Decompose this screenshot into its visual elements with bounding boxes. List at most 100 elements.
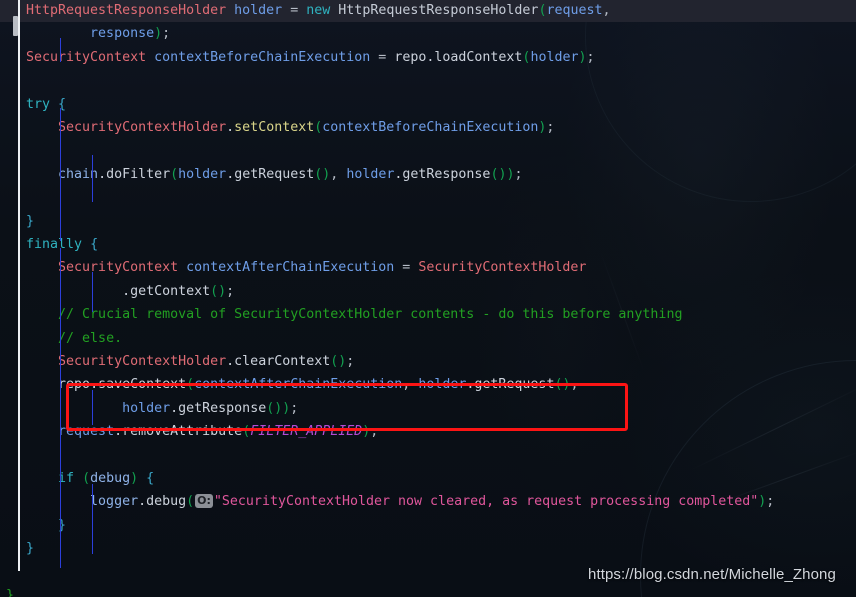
code-token: ; bbox=[370, 424, 379, 440]
code-token: ) bbox=[578, 49, 587, 65]
code-line[interactable]: } bbox=[0, 514, 856, 537]
indent-guide bbox=[60, 248, 61, 568]
code-token: ( bbox=[170, 166, 179, 182]
code-token: clearContext bbox=[234, 354, 331, 369]
code-line[interactable]: request.removeAttribute(FILTER_APPLIED); bbox=[0, 420, 856, 443]
code-line[interactable]: response); bbox=[0, 22, 856, 45]
code-token: } bbox=[6, 588, 15, 597]
code-token: removeAttribute bbox=[122, 424, 243, 440]
code-token: // else. bbox=[58, 330, 123, 346]
code-token: ; bbox=[546, 120, 555, 135]
code-token: SecurityContext bbox=[58, 260, 179, 276]
code-token: FILTER_APPLIED bbox=[250, 424, 363, 440]
code-line[interactable]: SecurityContextHolder.clearContext(); bbox=[0, 350, 856, 373]
code-token: new bbox=[306, 3, 331, 18]
code-line[interactable]: repo.saveContext(contextAfterChainExecut… bbox=[0, 373, 856, 396]
code-token: finally bbox=[26, 237, 83, 252]
code-token: HttpRequestResponseHolder bbox=[338, 3, 539, 18]
code-line[interactable]: SecurityContextHolder.setContext(context… bbox=[0, 116, 856, 139]
code-line[interactable]: holder.getResponse()); bbox=[0, 397, 856, 420]
code-line[interactable]: SecurityContext contextBeforeChainExecut… bbox=[0, 46, 856, 69]
code-fold-rule[interactable] bbox=[18, 0, 20, 571]
code-line[interactable]: } bbox=[0, 210, 856, 233]
code-token: ; bbox=[586, 49, 595, 65]
code-token: contextBeforeChainExecution bbox=[322, 120, 539, 135]
code-token: ; bbox=[226, 283, 235, 299]
code-token: SecurityContext bbox=[26, 49, 147, 65]
code-token: ( bbox=[82, 471, 91, 486]
code-token: } bbox=[26, 213, 35, 229]
code-line[interactable]: chain.doFilter(holder.getRequest(), hold… bbox=[0, 163, 856, 186]
code-token: loadContext bbox=[434, 49, 523, 65]
code-line[interactable]: if (debug) { bbox=[0, 467, 856, 490]
indent-guide bbox=[92, 390, 93, 425]
code-token: holder bbox=[530, 49, 579, 65]
code-line[interactable]: } bbox=[0, 584, 856, 597]
code-token: . bbox=[138, 494, 147, 510]
code-token: ( bbox=[186, 377, 195, 393]
code-token: ()) bbox=[266, 400, 291, 416]
watermark-text: https://blog.csdn.net/Michelle_Zhong bbox=[588, 566, 836, 583]
code-token: logger bbox=[90, 494, 139, 510]
code-token: saveContext bbox=[98, 377, 187, 393]
indent-guide bbox=[60, 38, 61, 62]
code-token: getResponse bbox=[402, 166, 491, 182]
code-line[interactable]: // Crucial removal of SecurityContextHol… bbox=[0, 303, 856, 326]
code-token: . bbox=[114, 424, 123, 440]
code-editor-surface[interactable]: HttpRequestResponseHolder holder = new H… bbox=[0, 0, 856, 597]
code-token: setContext bbox=[234, 120, 315, 135]
code-token: ; bbox=[162, 26, 171, 42]
code-line[interactable]: try { bbox=[0, 93, 856, 116]
code-line[interactable] bbox=[0, 139, 856, 162]
code-token: SecurityContextHolder bbox=[58, 354, 227, 369]
code-token: ; bbox=[514, 166, 523, 182]
code-token: . bbox=[98, 166, 107, 182]
code-line[interactable]: finally { bbox=[0, 233, 856, 256]
code-token: HttpRequestResponseHolder bbox=[26, 3, 227, 18]
code-token: repo bbox=[394, 49, 427, 65]
code-line[interactable] bbox=[0, 69, 856, 92]
code-token: getRequest bbox=[234, 166, 315, 182]
code-token: debug bbox=[146, 494, 187, 510]
code-line[interactable]: } bbox=[0, 537, 856, 560]
code-line[interactable]: logger.debug(O: "SecurityContextHolder no… bbox=[0, 490, 856, 513]
code-line[interactable]: SecurityContext contextAfterChainExecuti… bbox=[0, 256, 856, 279]
code-token: } bbox=[26, 541, 35, 557]
code-token: contextAfterChainExecution bbox=[186, 260, 395, 276]
code-screenshot: HttpRequestResponseHolder holder = new H… bbox=[0, 0, 856, 597]
code-token: repo bbox=[58, 377, 91, 393]
code-token: ( bbox=[186, 494, 195, 510]
code-token: . bbox=[226, 354, 235, 369]
code-line[interactable] bbox=[0, 444, 856, 467]
code-token: { bbox=[90, 237, 99, 252]
code-token: , bbox=[602, 3, 611, 18]
code-line[interactable] bbox=[0, 186, 856, 209]
code-token: request bbox=[58, 424, 115, 440]
indent-guide bbox=[92, 272, 93, 312]
code-token: . bbox=[170, 400, 179, 416]
code-line[interactable]: // else. bbox=[0, 327, 856, 350]
code-token: . bbox=[122, 283, 131, 299]
indent-guide bbox=[60, 108, 61, 241]
code-token: ) bbox=[154, 26, 163, 42]
indent-guide bbox=[92, 155, 93, 202]
code-token: holder bbox=[234, 3, 283, 18]
code-token: , bbox=[570, 377, 579, 393]
code-token: () bbox=[554, 377, 571, 393]
inlay-hint-badge[interactable]: O: bbox=[195, 494, 213, 509]
code-line[interactable]: .getContext(); bbox=[0, 280, 856, 303]
code-token: request bbox=[546, 3, 603, 18]
code-token: response bbox=[90, 26, 155, 42]
code-token: contextBeforeChainExecution bbox=[154, 49, 371, 65]
code-line[interactable]: HttpRequestResponseHolder holder = new H… bbox=[0, 0, 856, 23]
